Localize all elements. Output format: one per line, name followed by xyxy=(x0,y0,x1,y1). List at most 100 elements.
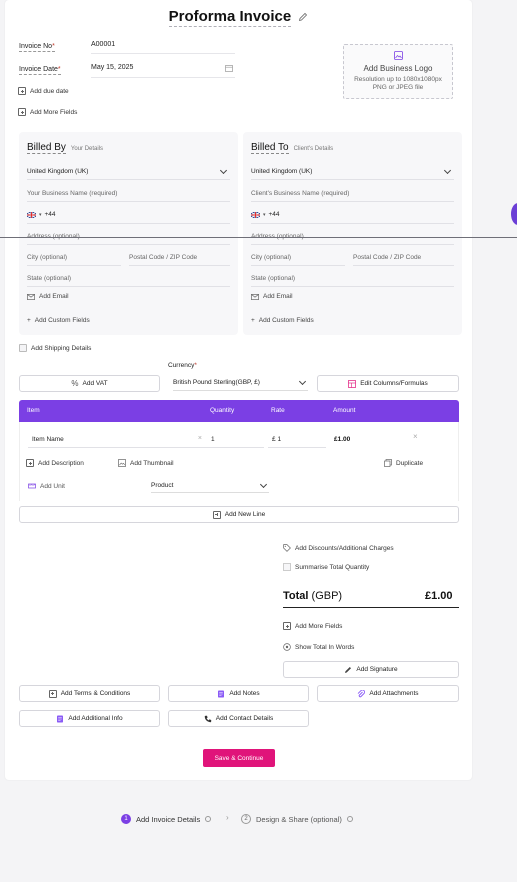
save-continue-button[interactable]: Save & Continue xyxy=(203,749,275,767)
plus-icon xyxy=(48,689,57,698)
paperclip-icon xyxy=(358,689,366,697)
ruler-icon xyxy=(28,483,36,489)
add-due-date-button[interactable]: Add due date xyxy=(18,87,69,95)
mail-icon xyxy=(251,293,259,300)
step-design-share[interactable]: 2 Design & Share (optional) xyxy=(241,814,353,824)
show-total-in-words-button[interactable]: Show Total In Words xyxy=(283,643,354,651)
item-name-input[interactable]: Item Name × xyxy=(32,435,202,443)
plus-icon xyxy=(18,87,26,95)
remove-row-icon[interactable]: × xyxy=(413,432,418,441)
billed-by-city-input[interactable]: City (optional) xyxy=(27,254,67,261)
billed-to-add-custom-fields-button[interactable]: + Add Custom Fields xyxy=(251,317,314,324)
tag-icon xyxy=(283,544,291,552)
add-more-fields-button[interactable]: Add More Fields xyxy=(18,108,77,116)
add-terms-button[interactable]: Add Terms & Conditions xyxy=(19,685,160,702)
image-icon xyxy=(118,459,126,467)
add-contact-details-button[interactable]: Add Contact Details xyxy=(168,710,309,727)
total-value: £1.00 xyxy=(425,590,453,602)
total-label: Total (GBP) xyxy=(283,590,343,602)
product-type-select[interactable]: Product xyxy=(151,480,269,493)
notes-icon xyxy=(218,690,225,697)
checkbox-icon xyxy=(283,563,291,571)
add-attachments-button[interactable]: Add Attachments xyxy=(317,685,459,702)
billed-to-panel: Billed To Client's Details United Kingdom… xyxy=(243,132,462,335)
image-icon xyxy=(393,51,403,60)
add-unit-button[interactable]: Add Unit xyxy=(28,482,65,490)
page-title[interactable]: Proforma Invoice xyxy=(5,8,472,27)
table-row: Item Name × 1 £ 1 £1.00 × Add Descriptio… xyxy=(19,422,459,501)
mail-icon xyxy=(27,293,35,300)
info-icon xyxy=(346,816,353,822)
info-doc-icon xyxy=(57,715,64,722)
billed-to-phone-input[interactable]: ▾ +44 xyxy=(251,211,280,218)
add-shipping-details-checkbox[interactable]: Add Shipping Details xyxy=(19,344,91,352)
total-divider xyxy=(283,607,459,608)
chevron-down-icon xyxy=(298,377,307,386)
invoice-number-label: Invoice No* xyxy=(19,43,55,52)
pencil-icon[interactable] xyxy=(298,12,308,22)
items-table-header: Item Quantity Rate Amount xyxy=(19,400,459,422)
add-additional-info-button[interactable]: Add Additional Info xyxy=(19,710,160,727)
billed-by-add-email-button[interactable]: Add Email xyxy=(27,293,69,300)
chevron-down-icon xyxy=(259,480,268,489)
step-number: 2 xyxy=(241,814,251,824)
quantity-input[interactable]: 1 xyxy=(211,436,215,443)
add-business-logo[interactable]: Add Business Logo Resolution up to 1080x… xyxy=(343,44,453,99)
billed-by-heading: Billed By Your Details xyxy=(27,142,104,154)
add-new-line-button[interactable]: Add New Line xyxy=(19,506,459,523)
divider-line xyxy=(0,237,517,238)
clear-icon[interactable]: × xyxy=(198,435,202,442)
invoice-date-label: Invoice Date* xyxy=(19,66,61,75)
step-add-invoice-details[interactable]: 1 Add Invoice Details xyxy=(121,814,212,824)
rate-input[interactable]: £ 1 xyxy=(272,436,281,443)
amount-value: £1.00 xyxy=(334,436,351,443)
add-notes-button[interactable]: Add Notes xyxy=(168,685,309,702)
edit-columns-button[interactable]: Edit Columns/Formulas xyxy=(317,375,459,392)
table-edit-icon xyxy=(348,379,357,388)
billed-to-state-input[interactable]: State (optional) xyxy=(251,275,295,282)
add-description-button[interactable]: Add Description xyxy=(26,459,84,467)
plus-icon xyxy=(18,108,26,116)
chevron-down-icon xyxy=(443,166,452,175)
percent-icon: % xyxy=(71,379,79,388)
side-widget-button[interactable] xyxy=(511,203,517,225)
add-discounts-button[interactable]: Add Discounts/Additional Charges xyxy=(283,544,394,552)
billed-to-business-name-input[interactable]: Client's Business Name (required) xyxy=(251,190,349,197)
add-thumbnail-button[interactable]: Add Thumbnail xyxy=(118,459,174,467)
chevron-right-icon: › xyxy=(226,813,229,822)
step-number: 1 xyxy=(121,814,131,824)
billed-by-add-custom-fields-button[interactable]: + Add Custom Fields xyxy=(27,317,90,324)
billed-by-panel: Billed By Your Details United Kingdom (UK… xyxy=(19,132,238,335)
billed-to-add-email-button[interactable]: Add Email xyxy=(251,293,293,300)
billed-by-country-select[interactable]: United Kingdom (UK) xyxy=(27,166,230,175)
pen-icon xyxy=(345,666,352,673)
billed-by-postal-input[interactable]: Postal Code / ZIP Code xyxy=(129,254,197,261)
plus-icon xyxy=(283,622,291,630)
add-vat-button[interactable]: % Add VAT xyxy=(19,375,160,392)
billed-by-business-name-input[interactable]: Your Business Name (required) xyxy=(27,190,117,197)
copy-icon xyxy=(384,459,392,467)
calendar-icon xyxy=(225,65,233,72)
uk-flag-icon xyxy=(251,211,260,218)
add-signature-button[interactable]: Add Signature xyxy=(283,661,459,678)
invoice-number-field[interactable]: A00001 xyxy=(91,41,235,54)
invoice-date-field[interactable]: May 15, 2025 xyxy=(91,64,235,78)
billed-to-postal-input[interactable]: Postal Code / ZIP Code xyxy=(353,254,421,261)
chevron-down-icon xyxy=(219,166,228,175)
billed-to-country-select[interactable]: United Kingdom (UK) xyxy=(251,166,454,175)
checkbox-icon xyxy=(19,344,27,352)
currency-label: Currency* xyxy=(168,362,197,369)
billed-by-phone-input[interactable]: ▾ +44 xyxy=(27,211,56,218)
duplicate-button[interactable]: Duplicate xyxy=(384,459,423,467)
plus-icon: + xyxy=(27,317,31,324)
words-icon xyxy=(283,643,291,651)
billed-to-heading: Billed To Client's Details xyxy=(251,142,334,154)
invoice-card: Proforma Invoice Invoice No* A00001 Invo… xyxy=(5,0,472,780)
phone-icon xyxy=(204,715,211,722)
billed-by-state-input[interactable]: State (optional) xyxy=(27,275,71,282)
plus-icon xyxy=(26,459,34,467)
currency-select[interactable]: British Pound Sterling(GBP, £) xyxy=(173,377,308,391)
billed-to-city-input[interactable]: City (optional) xyxy=(251,254,291,261)
summary-add-more-fields-button[interactable]: Add More Fields xyxy=(283,622,342,630)
summarise-quantity-checkbox[interactable]: Summarise Total Quantity xyxy=(283,563,369,571)
